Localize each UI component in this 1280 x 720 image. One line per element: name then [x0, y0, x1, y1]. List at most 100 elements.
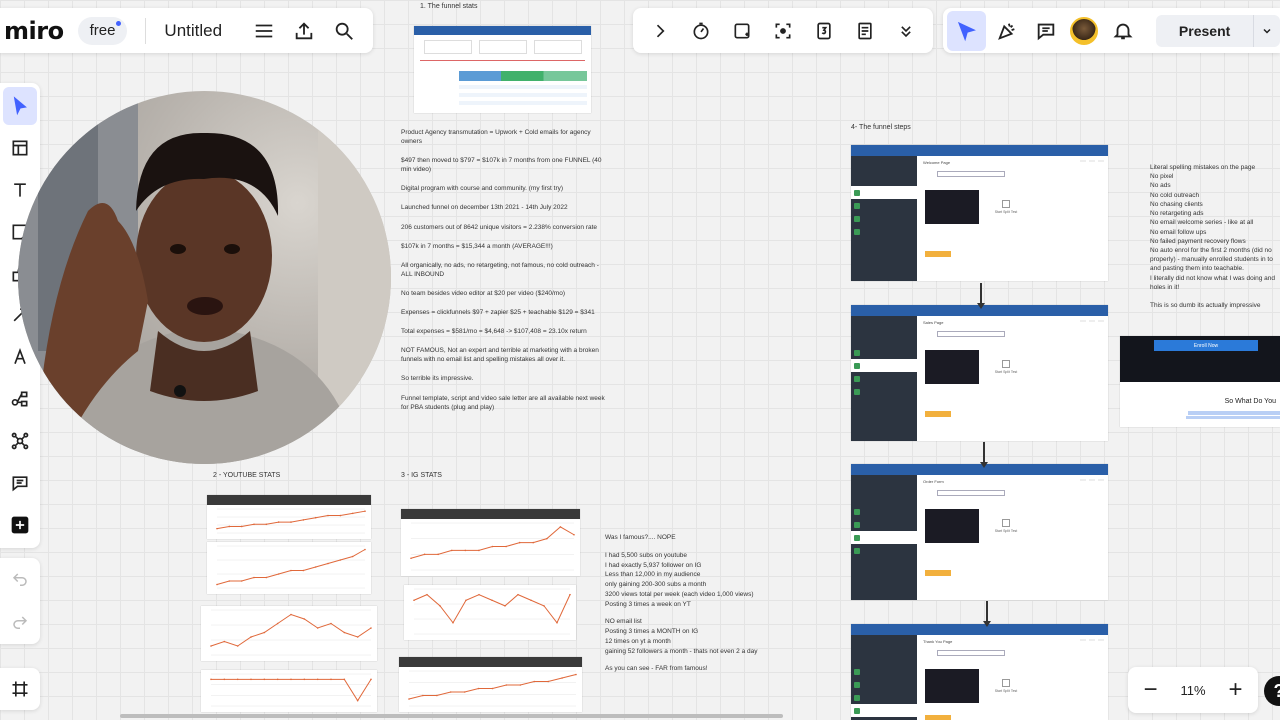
url-field[interactable] [937, 650, 1005, 656]
funnel-tab[interactable] [1098, 639, 1104, 641]
network-icon [11, 432, 29, 450]
funnel-tab[interactable] [1098, 479, 1104, 481]
funnel-tab[interactable] [1098, 160, 1104, 162]
integrations-tool[interactable] [3, 422, 37, 460]
funnel-tab[interactable] [1080, 320, 1086, 322]
expand-toolbar-button[interactable] [642, 11, 678, 51]
funnel-tab[interactable] [1080, 160, 1086, 162]
page-thumbnail[interactable] [925, 350, 979, 384]
chart-point [316, 678, 319, 681]
url-field[interactable] [937, 490, 1005, 496]
funnel-tab[interactable] [1080, 479, 1086, 481]
fame-line: Posting 3 times a MONTH on IG [605, 628, 699, 635]
zoom-out-button[interactable]: − [1135, 676, 1165, 704]
comments-button[interactable] [1026, 11, 1065, 51]
plan-badge[interactable]: free [77, 16, 128, 45]
timer-button[interactable] [683, 11, 719, 51]
templates-tool[interactable] [3, 129, 37, 167]
notes-button[interactable] [847, 11, 883, 51]
chart-point [543, 605, 545, 607]
present-button[interactable]: Present [1156, 14, 1253, 47]
undo-icon[interactable] [11, 571, 29, 589]
email-stats-lines: NO email list Posting 3 times a MONTH on … [605, 617, 775, 656]
plan-dot [116, 20, 122, 26]
zoom-level[interactable]: 11% [1180, 683, 1205, 698]
comment-tool[interactable] [3, 464, 37, 502]
chart-series-line [413, 594, 571, 624]
edit-page-button[interactable] [925, 251, 951, 257]
webcam-feed [18, 91, 391, 464]
upload-icon [295, 21, 313, 39]
celebrate-button[interactable] [988, 11, 1027, 51]
url-field[interactable] [937, 171, 1005, 177]
edit-page-button[interactable] [925, 411, 951, 417]
flask-icon [1002, 360, 1010, 368]
redo-icon[interactable] [11, 614, 29, 632]
text-tool[interactable] [3, 171, 37, 209]
select-cursor-button[interactable] [947, 10, 986, 51]
funnel-tab[interactable] [1089, 639, 1095, 641]
funnel-tab[interactable] [1089, 160, 1095, 162]
search-button[interactable] [324, 11, 364, 51]
chart-point [491, 545, 494, 548]
stats-kpi-row [420, 40, 585, 54]
chart-point [228, 580, 231, 582]
user-avatar-button[interactable] [1065, 11, 1104, 51]
board-title[interactable]: Untitled [164, 21, 222, 41]
add-more-tools[interactable] [3, 506, 37, 544]
divider [145, 17, 147, 44]
horizontal-scrollbar[interactable] [120, 714, 783, 718]
chart-point [210, 678, 212, 681]
select-tool[interactable] [3, 87, 37, 125]
search-icon [335, 22, 353, 40]
funnel-tab[interactable] [1098, 320, 1104, 322]
chart-point [452, 621, 454, 624]
enroll-now-button[interactable]: Enroll Now [1154, 340, 1258, 351]
funnel-builder-body: Order Form Start Split Test [851, 475, 1108, 600]
split-test-block[interactable]: Start Split Test [981, 519, 1031, 533]
chart-point [236, 645, 239, 647]
funnel-tab[interactable] [1089, 479, 1095, 481]
fame-line: I had 5,500 subs on youtube [605, 551, 688, 559]
focus-button[interactable] [765, 11, 801, 51]
notifications-button[interactable] [1104, 11, 1143, 51]
chart-point [573, 533, 575, 536]
menu-button[interactable] [244, 11, 284, 51]
line-chart [210, 673, 372, 707]
chart-point [290, 569, 292, 572]
page-thumbnail[interactable] [925, 669, 979, 703]
url-field[interactable] [937, 331, 1005, 337]
edit-page-button[interactable] [925, 715, 951, 720]
edit-page-button[interactable] [925, 570, 951, 576]
mistake-line: and pasting them into teachable. [1150, 265, 1244, 273]
chart-point [478, 593, 480, 596]
miro-logo[interactable]: miro [4, 17, 64, 45]
split-test-block[interactable]: Start Split Test [981, 200, 1031, 214]
split-test-block[interactable]: Start Split Test [981, 360, 1031, 374]
split-test-block[interactable]: Start Split Test [981, 679, 1031, 693]
undo-redo-panel [0, 558, 40, 644]
more-tools-button[interactable] [888, 11, 924, 51]
chart-point [449, 691, 452, 693]
voting-button[interactable] [724, 11, 760, 51]
mind-map-tool[interactable] [3, 380, 37, 418]
frames-button[interactable] [0, 668, 40, 710]
present-options-button[interactable] [1252, 14, 1280, 47]
sidebar-row [851, 518, 917, 531]
chart-point [276, 622, 279, 625]
funnel-page-name: Welcome Page [923, 160, 951, 165]
chart-point [250, 636, 252, 638]
document-icon [858, 22, 872, 39]
step-icon [854, 694, 860, 701]
counter-button[interactable] [806, 11, 842, 51]
funnel-tab[interactable] [1080, 639, 1086, 641]
sidebar-row [851, 199, 917, 212]
funnel-tab[interactable] [1089, 320, 1095, 322]
avatar [1070, 16, 1099, 45]
zoom-in-button[interactable]: + [1220, 676, 1250, 704]
page-thumbnail[interactable] [925, 190, 979, 224]
flow-arrow-head [983, 621, 991, 627]
page-thumbnail[interactable] [925, 509, 979, 543]
share-upload-button[interactable] [284, 11, 324, 51]
help-button[interactable]: ? [1264, 676, 1280, 706]
